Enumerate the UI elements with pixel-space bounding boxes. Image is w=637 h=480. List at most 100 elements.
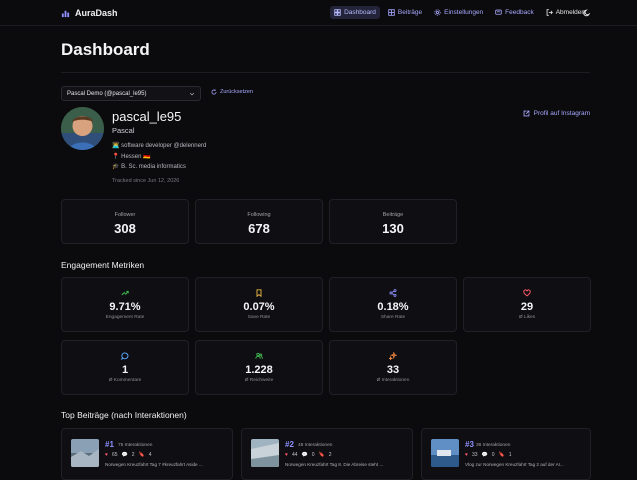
top-post-card-2[interactable]: #2 48 Interaktionen ♥ 44 💬 0 🔖 2 Norwegen K… <box>241 428 413 480</box>
stat-value: 308 <box>114 221 136 236</box>
profile-bio: 👨‍💻 software developer @delennerd 📍 Hess… <box>112 141 206 173</box>
nav-logout-label: Abmelden <box>555 9 585 16</box>
bio-line: 🎓 B. Sc. media informatics <box>112 164 186 170</box>
tracked-since: Tracked since Jun 12, 2026 <box>112 178 180 184</box>
nav-dashboard[interactable]: Dashboard <box>330 6 380 19</box>
message-icon <box>495 9 502 15</box>
post-likes: 65 <box>111 452 118 458</box>
moon-icon[interactable] <box>583 9 591 17</box>
instagram-link-label: Profil auf Instagram <box>533 110 590 117</box>
nav-settings[interactable]: Einstellungen <box>430 6 487 19</box>
post-comments: 0 <box>491 452 495 458</box>
metric-label: Ø Likes <box>518 315 536 320</box>
metric-engagement-rate: 9.71% Engagement Rate <box>61 277 189 332</box>
reset-button[interactable]: Zurücksetzen <box>211 89 253 95</box>
bookmark-icon: 🔖 <box>138 452 145 458</box>
instagram-profile-link[interactable]: Profil auf Instagram <box>523 110 590 117</box>
heart-icon: ♥ <box>105 452 108 458</box>
post-stats: ♥ 44 💬 0 🔖 2 <box>285 452 332 458</box>
divider <box>61 72 590 73</box>
post-interactions: 75 Interaktionen <box>118 443 153 448</box>
metric-avg-interactions: 33 Ø Interaktionen <box>329 340 457 395</box>
heart-icon <box>523 289 531 297</box>
post-title: Norwegen Kreuzfahrt Tag 7 #kreuzfahrt As… <box>105 462 203 467</box>
avatar <box>61 107 104 150</box>
post-rank: #1 <box>105 440 114 449</box>
top-post-card-1[interactable]: #1 75 Interaktionen ♥ 65 💬 2 🔖 4 Norwegen K… <box>61 428 233 480</box>
chart-bar-icon <box>61 10 70 17</box>
nav-feedback-label: Feedback <box>505 9 534 16</box>
brand[interactable]: AuraDash <box>61 8 118 18</box>
stat-value: 678 <box>248 221 270 236</box>
bookmark-icon: 🔖 <box>498 452 505 458</box>
nav-logout[interactable]: Abmelden <box>542 6 589 19</box>
brand-name: AuraDash <box>75 8 118 18</box>
share-icon <box>389 289 397 297</box>
post-saves: 1 <box>508 452 512 458</box>
stat-card-following: Following 678 <box>195 199 323 244</box>
stat-label: Following <box>247 212 271 218</box>
bookmark-icon <box>256 289 262 297</box>
metric-value: 1 <box>121 364 129 376</box>
metric-value: 0.07% <box>243 301 275 313</box>
top-navbar: AuraDash Dashboard Beiträge Einstellunge… <box>0 0 637 26</box>
refresh-icon <box>211 89 217 95</box>
page-title: Dashboard <box>61 40 150 59</box>
metric-label: Engagement Rate <box>105 315 145 320</box>
nav-posts-label: Beiträge <box>397 9 423 16</box>
gear-icon <box>434 9 441 16</box>
stat-card-posts: Beiträge 130 <box>329 199 457 244</box>
nav-feedback[interactable]: Feedback <box>491 6 538 19</box>
post-thumbnail <box>71 439 99 467</box>
bookmark-icon: 🔖 <box>318 452 325 458</box>
stat-label: Follower <box>114 212 136 218</box>
account-select[interactable]: Pascal Demo (@pascal_le95) <box>61 86 201 101</box>
post-interactions: 36 Interaktionen <box>476 443 511 448</box>
post-stats: ♥ 65 💬 2 🔖 4 <box>105 452 152 458</box>
heart-icon: ♥ <box>465 452 468 458</box>
post-title: Norwegen Kreuzfahrt Tag 8. Die Abreise s… <box>285 462 384 467</box>
post-comments: 2 <box>131 452 135 458</box>
post-likes: 44 <box>291 452 298 458</box>
bio-line: 📍 Hessen 🇩🇪 <box>112 153 151 160</box>
post-thumbnail <box>251 439 279 467</box>
dashboard-icon <box>334 9 341 16</box>
external-link-icon <box>523 110 530 117</box>
sparkle-icon <box>389 352 397 360</box>
top-posts-heading: Top Beiträge (nach Interaktionen) <box>61 410 187 420</box>
metric-value: 1.228 <box>245 364 273 376</box>
metric-avg-likes: 29 Ø Likes <box>463 277 591 332</box>
metric-avg-reach: 1.228 Ø Reichweite <box>195 340 323 395</box>
metric-label: Ø Kommentare <box>108 378 142 383</box>
profile-username: pascal_le95 <box>112 109 182 124</box>
metric-value: 0.18% <box>377 301 409 313</box>
metric-label: Ø Interaktionen <box>376 378 410 383</box>
post-comments: 0 <box>311 452 315 458</box>
post-saves: 4 <box>148 452 152 458</box>
trend-up-icon <box>121 290 129 296</box>
metric-save-rate: 0.07% Save Rate <box>195 277 323 332</box>
metric-label: Save Rate <box>247 315 271 320</box>
metric-label: Share Rate <box>380 315 406 320</box>
grid-icon <box>388 9 395 16</box>
top-post-card-3[interactable]: #3 36 Interaktionen ♥ 33 💬 0 🔖 1 Vlog zur N… <box>421 428 591 480</box>
nav-posts[interactable]: Beiträge <box>384 6 426 19</box>
stat-value: 130 <box>382 221 404 236</box>
nav-dashboard-label: Dashboard <box>344 9 376 16</box>
metric-value: 29 <box>520 301 534 313</box>
post-thumbnail <box>431 439 459 467</box>
nav-settings-label: Einstellungen <box>444 9 484 16</box>
post-rank: #2 <box>285 440 294 449</box>
metric-label: Ø Reichweite <box>244 378 274 383</box>
post-rank: #3 <box>465 440 474 449</box>
logout-icon <box>546 9 553 16</box>
comment-icon: 💬 <box>121 452 128 458</box>
comment-icon: 💬 <box>481 452 488 458</box>
post-saves: 2 <box>328 452 332 458</box>
users-icon <box>255 352 263 359</box>
heart-icon: ♥ <box>285 452 288 458</box>
metric-value: 33 <box>386 364 400 376</box>
post-title: Vlog zur Norwegen Kreuzfahrt Tag 2 auf d… <box>465 462 564 467</box>
engagement-heading: Engagement Metriken <box>61 260 145 270</box>
post-likes: 33 <box>471 452 478 458</box>
